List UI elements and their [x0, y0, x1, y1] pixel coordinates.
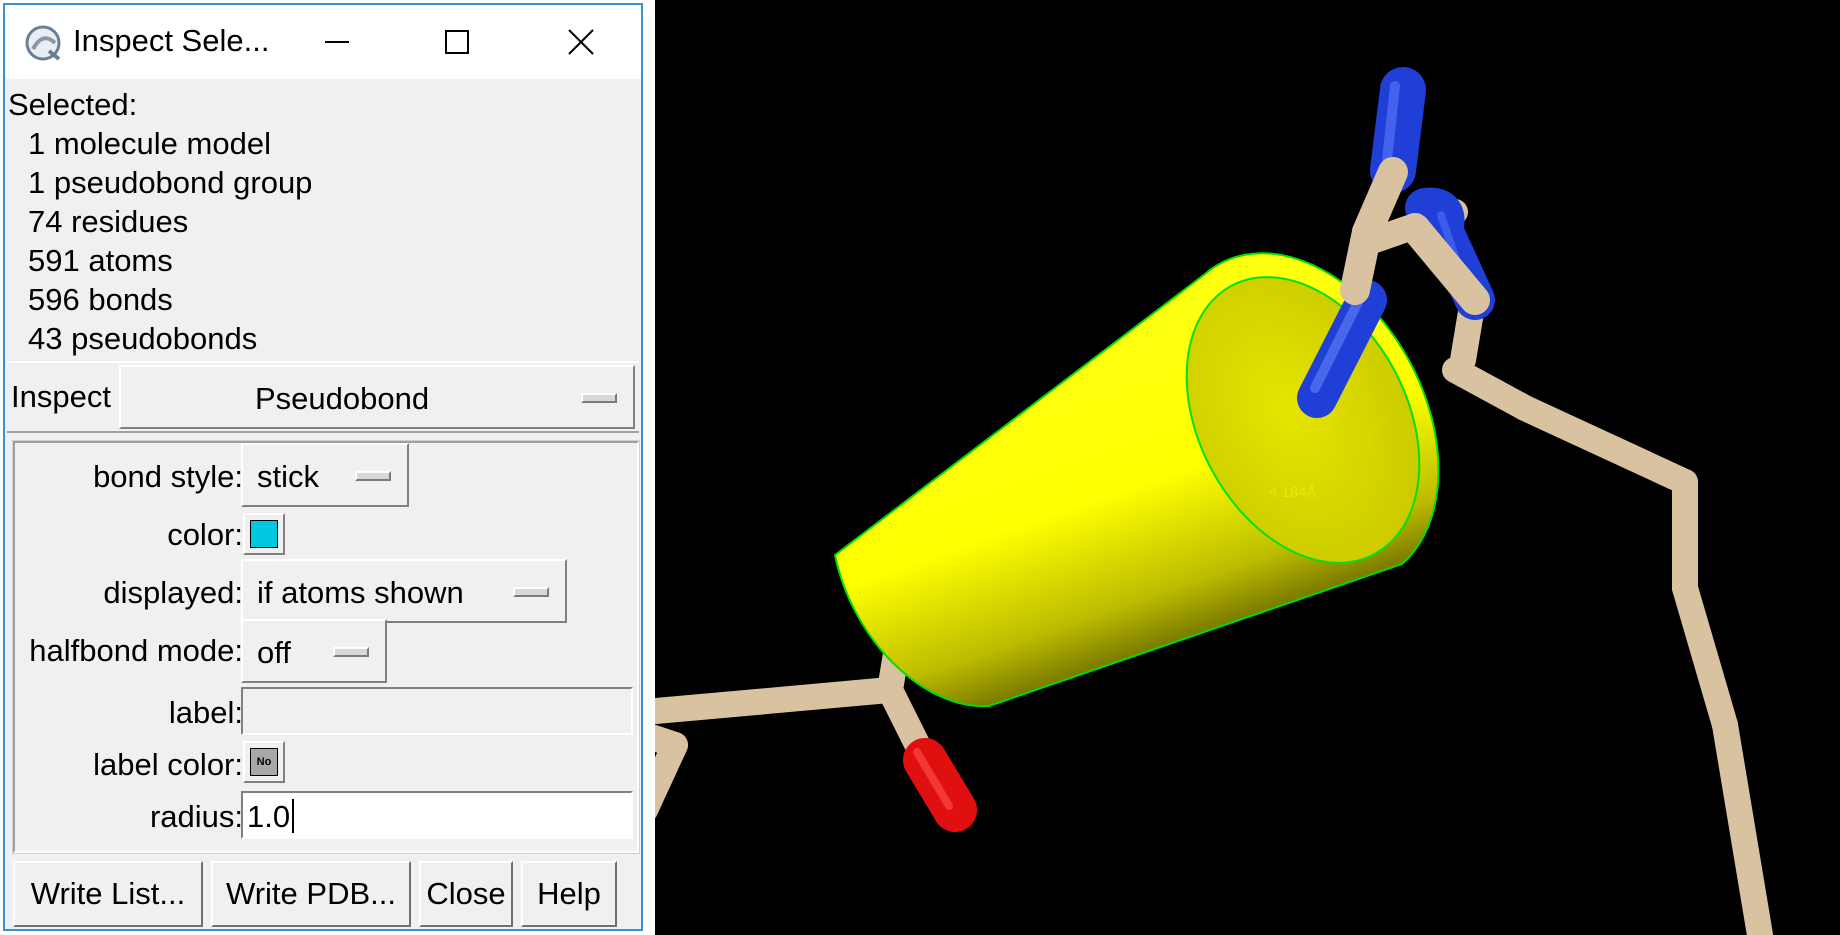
write-list-button[interactable]: Write List...	[13, 861, 203, 927]
inspect-type-menu[interactable]: Pseudobond	[119, 365, 635, 429]
oxygen-atom-stick	[903, 738, 977, 832]
displayed-label: displayed:	[103, 575, 243, 610]
selection-item: 74 residues	[28, 204, 189, 239]
selection-item: 43 pseudobonds	[28, 321, 258, 356]
label-label: label:	[168, 695, 243, 730]
selection-item: 1 pseudobond group	[28, 165, 313, 200]
label-color-label: label color:	[93, 747, 243, 782]
selection-item: 1 molecule model	[28, 126, 271, 161]
inspect-label: Inspect	[11, 379, 111, 414]
close-window-button[interactable]	[521, 5, 641, 79]
maximize-button[interactable]	[397, 5, 517, 79]
radius-input-value: 1.0	[247, 799, 291, 834]
halfbond-mode-value: off	[257, 635, 291, 670]
color-well[interactable]	[243, 513, 285, 555]
inspect-selection-dialog: Inspect Sele... Selected: 1 molecule mod…	[3, 3, 643, 931]
inspect-type-value: Pseudobond	[255, 381, 430, 416]
molecule-graphics: 4.184Å	[655, 67, 1773, 935]
radius-input[interactable]: 1.0	[241, 791, 633, 839]
minimize-icon	[325, 41, 349, 43]
selection-item: 596 bonds	[28, 282, 173, 317]
displayed-value: if atoms shown	[257, 575, 464, 610]
bond-style-value: stick	[257, 459, 319, 494]
label-color-well[interactable]: No	[243, 741, 285, 783]
window-title: Inspect Sele...	[73, 23, 270, 58]
displayed-menu[interactable]: if atoms shown	[241, 559, 567, 623]
write-pdb-button[interactable]: Write PDB...	[211, 861, 411, 927]
dropdown-indicator-icon	[333, 647, 369, 657]
label-input[interactable]	[241, 687, 633, 735]
inspect-row: Inspect Pseudobond	[7, 361, 639, 433]
close-icon	[568, 29, 594, 55]
maximize-icon	[445, 30, 469, 54]
distance-label: 4.184Å	[1269, 484, 1317, 501]
halfbond-mode-label: halfbond mode:	[29, 633, 243, 668]
title-bar[interactable]: Inspect Sele...	[5, 5, 641, 79]
attributes-panel: bond style: stick color: displayed: if a…	[12, 440, 640, 854]
dropdown-indicator-icon	[581, 393, 617, 403]
no-color-text: No	[256, 756, 272, 768]
chimera-app-icon	[25, 25, 61, 61]
no-color-swatch: No	[250, 748, 278, 776]
color-label: color:	[167, 517, 243, 552]
selected-heading: Selected:	[8, 87, 138, 122]
dropdown-indicator-icon	[355, 471, 391, 481]
minimize-button[interactable]	[277, 5, 397, 79]
text-cursor	[292, 799, 294, 833]
bond-style-label: bond style:	[93, 459, 243, 494]
color-swatch	[250, 520, 278, 548]
selection-item: 591 atoms	[28, 243, 173, 278]
bond-style-menu[interactable]: stick	[241, 443, 409, 507]
radius-label: radius:	[149, 799, 243, 834]
halfbond-mode-menu[interactable]: off	[241, 619, 387, 683]
close-button[interactable]: Close	[419, 861, 513, 927]
molecule-viewer[interactable]: 4.184Å	[655, 0, 1840, 935]
dropdown-indicator-icon	[513, 587, 549, 597]
help-button[interactable]: Help	[521, 861, 617, 927]
